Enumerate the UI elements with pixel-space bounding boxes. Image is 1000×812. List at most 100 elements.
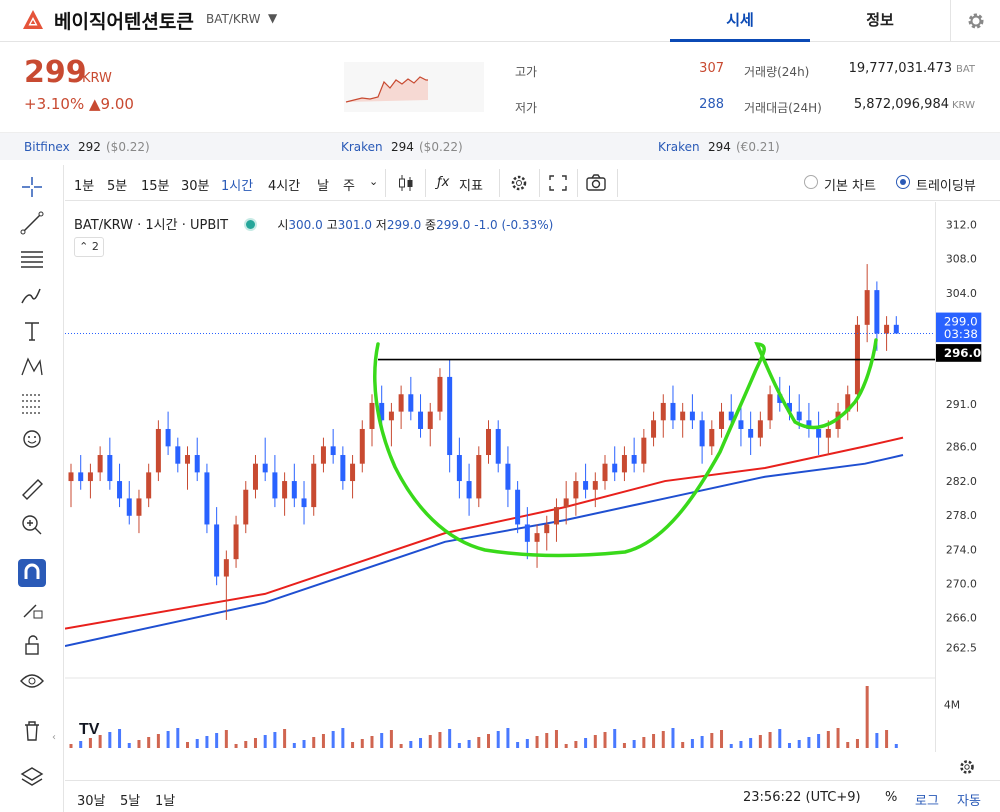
volume-bar bbox=[894, 744, 898, 748]
timeframe-day[interactable]: 날 bbox=[317, 175, 329, 194]
log-toggle[interactable]: 로그 bbox=[915, 790, 939, 809]
price-axis[interactable]: 312.0 308.0 304.0 291.0 286.0 282.0 278.0 274.0… bbox=[935, 202, 1000, 752]
volume-bar bbox=[341, 728, 345, 748]
chart-settings-gear-icon[interactable] bbox=[506, 171, 532, 195]
emoji-icon[interactable] bbox=[18, 425, 46, 453]
toolbar-separator bbox=[499, 169, 500, 197]
volume-bar bbox=[516, 742, 520, 748]
zoom-in-icon[interactable] bbox=[18, 511, 46, 539]
volume-bar bbox=[865, 686, 869, 748]
exchange-name[interactable]: Kraken bbox=[341, 140, 383, 154]
camera-icon[interactable] bbox=[583, 171, 609, 195]
volume-bar bbox=[467, 740, 471, 748]
candle-body bbox=[223, 559, 229, 577]
auto-toggle[interactable]: 자동 bbox=[957, 790, 981, 809]
trading-view-label[interactable]: 트레이딩뷰 bbox=[916, 175, 976, 194]
candle-body bbox=[641, 437, 647, 464]
candle-body bbox=[427, 411, 433, 429]
volume-bar bbox=[564, 744, 568, 748]
settings-button[interactable] bbox=[950, 0, 1000, 42]
exchange-prices: Bitfinex 292 ($0.22) Kraken 294 ($0.22) … bbox=[0, 132, 1000, 160]
volume-bar bbox=[321, 734, 325, 748]
eye-icon[interactable] bbox=[18, 667, 46, 695]
volume-bar bbox=[224, 730, 228, 748]
timeframe-week[interactable]: 주 bbox=[343, 175, 355, 194]
volume-bar bbox=[749, 738, 753, 748]
candle-body bbox=[262, 463, 268, 473]
candle-body bbox=[330, 446, 336, 456]
exchange-name[interactable]: Bitfinex bbox=[24, 140, 70, 154]
fib-icon[interactable] bbox=[18, 389, 46, 417]
candle-body bbox=[689, 411, 695, 421]
layers-icon[interactable] bbox=[18, 763, 46, 791]
exchange-name[interactable]: Kraken bbox=[658, 140, 700, 154]
volume-bar bbox=[176, 728, 180, 748]
brush-icon[interactable] bbox=[18, 281, 46, 309]
candle-body bbox=[388, 411, 394, 421]
magnet-icon[interactable] bbox=[18, 559, 46, 587]
price-tick: 262.5 bbox=[946, 642, 977, 655]
trading-view-radio[interactable] bbox=[896, 175, 910, 189]
high-value: 307 bbox=[699, 61, 724, 76]
timeframe-1m[interactable]: 1분 bbox=[74, 175, 94, 194]
basic-chart-radio[interactable] bbox=[804, 175, 818, 189]
range-1d[interactable]: 1날 bbox=[155, 790, 175, 809]
candle-body bbox=[709, 428, 715, 447]
legend-collapse-button[interactable]: ⌃ 2 bbox=[74, 237, 104, 257]
tab-price[interactable]: 시세 bbox=[670, 0, 810, 42]
timeframe-4h[interactable]: 4시간 bbox=[268, 175, 300, 194]
axis-settings-gear-icon[interactable] bbox=[957, 757, 977, 777]
basic-chart-label[interactable]: 기본 차트 bbox=[824, 175, 876, 194]
line-price-label: 296.0 bbox=[944, 346, 981, 360]
clock[interactable]: 23:56:22 (UTC+9) bbox=[743, 790, 861, 805]
timeframe-1h[interactable]: 1시간 bbox=[221, 175, 253, 194]
exchange-price: 294 bbox=[708, 140, 731, 154]
tab-info[interactable]: 정보 bbox=[810, 0, 950, 42]
legend-symbol: BAT/KRW · 1시간 · UPBIT bbox=[74, 218, 229, 233]
volume-value: 19,777,031.473 bbox=[848, 61, 952, 76]
unlock-icon[interactable] bbox=[18, 631, 46, 659]
drawing-toolbar: ‹ bbox=[0, 165, 64, 812]
timeframe-more-icon[interactable]: ⌄ bbox=[369, 175, 378, 188]
change-percent: +3.10% bbox=[24, 95, 85, 113]
candle-body bbox=[117, 481, 123, 499]
candlestick-chart[interactable]: TV 3111월23456789 bbox=[65, 202, 935, 752]
trash-icon[interactable] bbox=[18, 717, 46, 745]
volume-bar bbox=[477, 737, 481, 748]
range-30d[interactable]: 30날 bbox=[77, 790, 106, 809]
timeframe-30m[interactable]: 30분 bbox=[181, 175, 210, 194]
price-tick: 291.0 bbox=[946, 398, 977, 411]
volume-bar bbox=[817, 734, 821, 748]
candle-type-icon[interactable] bbox=[393, 171, 419, 195]
trend-line-icon[interactable] bbox=[18, 209, 46, 237]
candle-body bbox=[194, 455, 200, 473]
percent-toggle[interactable]: % bbox=[885, 790, 897, 805]
volume-bar bbox=[351, 742, 355, 748]
timeframe-5m[interactable]: 5분 bbox=[107, 175, 127, 194]
candle-body bbox=[272, 472, 278, 499]
fullscreen-icon[interactable] bbox=[545, 171, 571, 195]
coin-name: 베이직어텐션토큰 bbox=[54, 11, 194, 33]
candle-body bbox=[748, 428, 754, 438]
indicators-button[interactable]: 지표 bbox=[459, 175, 483, 194]
timeframe-15m[interactable]: 15분 bbox=[141, 175, 170, 194]
text-icon[interactable] bbox=[18, 317, 46, 345]
volume-bar bbox=[360, 739, 364, 748]
volume-bar bbox=[283, 729, 287, 748]
volume-bar bbox=[720, 730, 724, 748]
horizontal-lines-icon[interactable] bbox=[18, 245, 46, 273]
candle-body bbox=[68, 472, 74, 482]
lock-drawing-icon[interactable] bbox=[18, 595, 46, 623]
volume-label: 거래량(24h) bbox=[744, 65, 810, 79]
candle-body bbox=[757, 420, 763, 438]
low-value: 288 bbox=[699, 97, 724, 112]
range-5d[interactable]: 5날 bbox=[120, 790, 140, 809]
collapse-tools-icon[interactable]: ‹ bbox=[52, 732, 56, 743]
pattern-icon[interactable] bbox=[18, 353, 46, 381]
crosshair-icon[interactable] bbox=[18, 173, 46, 201]
volume-bar bbox=[739, 741, 743, 748]
indicator-icon[interactable]: ƒx bbox=[437, 175, 449, 190]
pair-dropdown-icon[interactable]: ▼ bbox=[268, 11, 277, 25]
candle-body bbox=[699, 420, 705, 447]
ruler-icon[interactable] bbox=[18, 475, 46, 503]
